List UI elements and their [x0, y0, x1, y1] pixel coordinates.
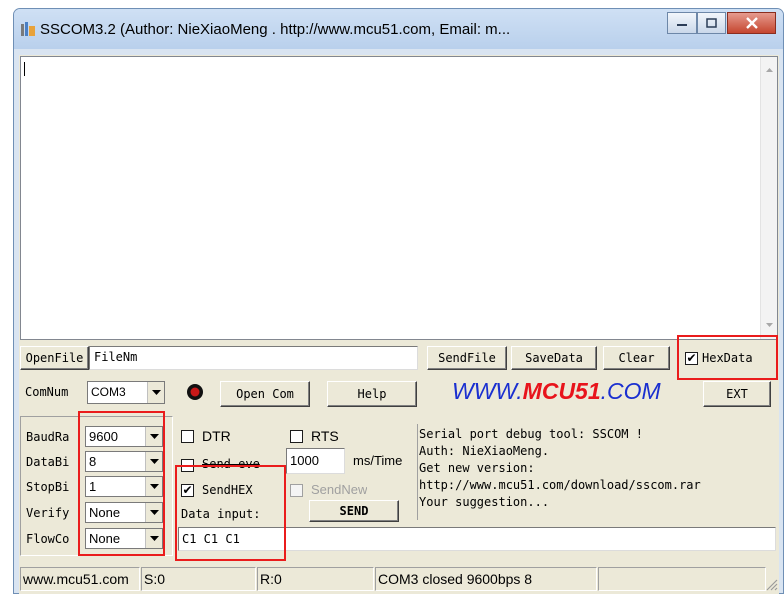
info-line: Your suggestion...: [419, 495, 550, 509]
scroll-arrows-icon: [766, 68, 773, 327]
flow-label: FlowCo: [26, 532, 70, 546]
send-button[interactable]: SEND: [309, 500, 399, 522]
window-title: SSCOM3.2 (Author: NieXiaoMeng . http://w…: [40, 21, 511, 38]
highlight-box-settings: [78, 411, 165, 556]
highlight-box-sendhex: [175, 465, 286, 561]
dtr-checkbox[interactable]: [181, 430, 194, 443]
clear-button[interactable]: Clear: [603, 346, 670, 370]
maximize-button[interactable]: [697, 12, 726, 34]
highlight-box-hexdata: [677, 335, 778, 380]
openfile-button[interactable]: OpenFile: [20, 346, 89, 370]
mcu51-logo[interactable]: WWW.MCU51.COM: [452, 378, 661, 405]
logo-mcu: MCU51: [522, 378, 601, 404]
sendfile-button[interactable]: SendFile: [427, 346, 507, 370]
verify-label: Verify: [26, 506, 70, 520]
baud-label: BaudRa: [26, 430, 70, 444]
info-line: http://www.mcu51.com/download/sscom.rar: [419, 478, 701, 492]
maximize-icon: [705, 18, 717, 28]
stopbits-label: StopBi: [26, 480, 70, 494]
close-icon: [745, 17, 758, 29]
comnum-label: ComNum: [25, 385, 69, 399]
interval-unit-label: ms/Time: [353, 453, 403, 468]
logo-www: WWW.: [452, 378, 523, 404]
text-caret: [24, 62, 25, 76]
rts-label: RTS: [311, 428, 339, 444]
info-line: Serial port debug tool: SSCOM !: [419, 427, 643, 441]
logo-com: .COM: [600, 378, 661, 404]
filename-input[interactable]: FileNm: [89, 346, 418, 370]
status-port: COM3 closed 9600bps 8: [375, 567, 597, 591]
receive-scrollbar[interactable]: [760, 57, 777, 339]
status-extra: [598, 567, 766, 591]
minimize-icon: [677, 24, 687, 26]
status-received: R:0: [257, 567, 374, 591]
minimize-button[interactable]: [667, 12, 697, 34]
savedata-button[interactable]: SaveData: [511, 346, 597, 370]
status-url: www.mcu51.com: [20, 567, 140, 591]
info-panel: Serial port debug tool: SSCOM ! Auth: Ni…: [419, 426, 779, 520]
info-line: Get new version:: [419, 461, 535, 475]
chevron-down-icon[interactable]: [147, 382, 164, 403]
app-icon: [20, 21, 36, 37]
port-status-led-icon: [186, 383, 204, 401]
resize-grip-icon[interactable]: [764, 577, 778, 591]
status-sent: S:0: [141, 567, 256, 591]
ext-button[interactable]: EXT: [703, 381, 771, 407]
close-button[interactable]: [727, 12, 776, 34]
info-divider: [417, 424, 418, 520]
comnum-select[interactable]: COM3: [87, 381, 165, 404]
open-com-button[interactable]: Open Com: [220, 381, 310, 407]
interval-input[interactable]: 1000: [286, 448, 345, 474]
rts-checkbox[interactable]: [290, 430, 303, 443]
receive-textarea[interactable]: [20, 56, 778, 340]
sendnew-label: SendNew: [311, 482, 368, 497]
info-line: Auth: NieXiaoMeng.: [419, 444, 550, 458]
help-button[interactable]: Help: [327, 381, 417, 407]
databits-label: DataBi: [26, 455, 70, 469]
dtr-label: DTR: [202, 428, 231, 444]
sendnew-checkbox[interactable]: [290, 484, 303, 497]
comnum-value: COM3: [91, 385, 126, 399]
